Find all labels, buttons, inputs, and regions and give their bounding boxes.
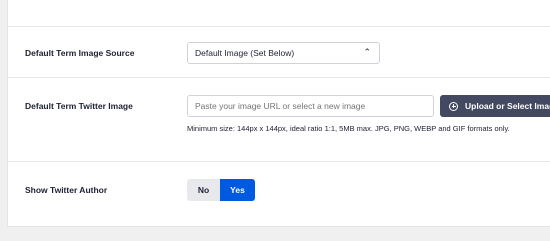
divider [7,26,550,27]
toggle-yes-button[interactable]: Yes [220,179,255,201]
chevron-up-icon: ⌃ [363,47,371,57]
twitter-image-label: Default Term Twitter Image [25,101,133,111]
plus-circle-icon [449,101,458,111]
twitter-author-toggle: No Yes [187,179,255,201]
upload-button-label: Upload or Select Image [465,101,550,111]
image-url-input[interactable] [187,95,434,117]
image-source-select[interactable]: Default Image (Set Below) ⌃ [187,42,380,64]
toggle-no-button[interactable]: No [187,179,220,201]
twitter-author-label: Show Twitter Author [25,185,108,195]
upload-image-button[interactable]: Upload or Select Image [440,95,550,117]
image-source-label: Default Term Image Source [25,48,135,58]
divider [7,77,550,78]
image-source-value: Default Image (Set Below) [195,48,295,58]
divider [7,161,550,162]
image-size-hint: Minimum size: 144px x 144px, ideal ratio… [187,124,510,133]
